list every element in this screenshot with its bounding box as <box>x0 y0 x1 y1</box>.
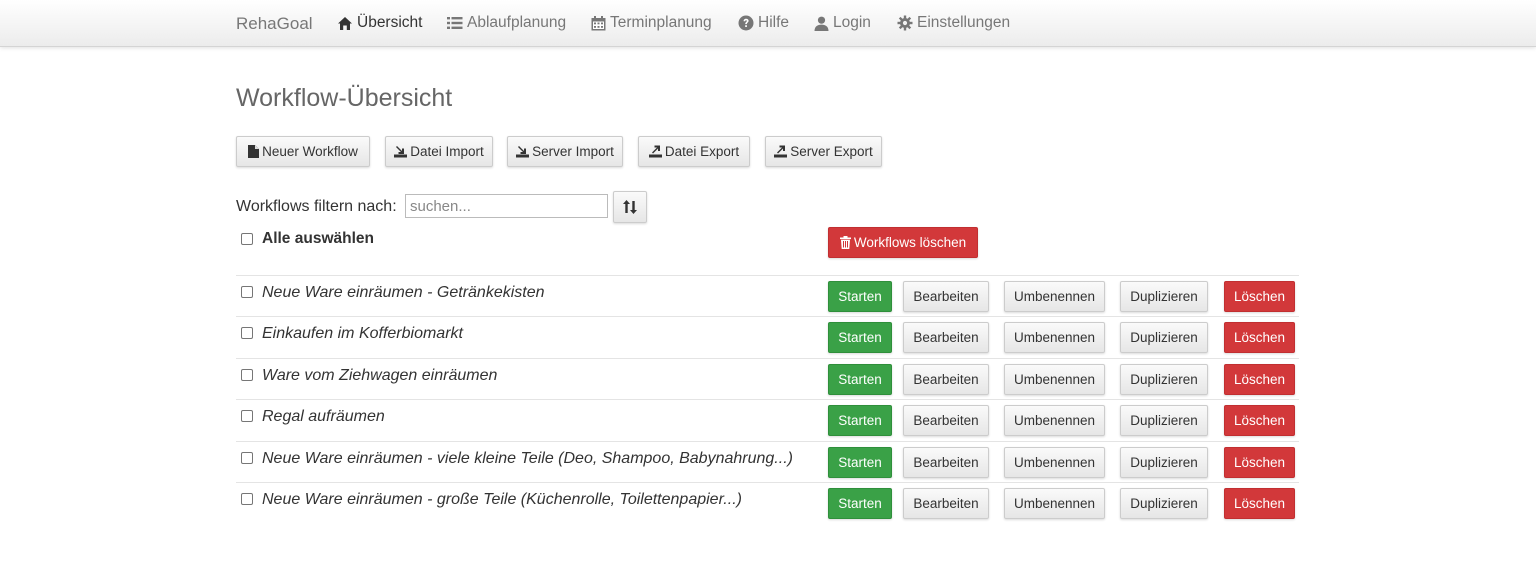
file-icon <box>248 145 260 158</box>
button-label: Workflows löschen <box>853 235 967 250</box>
edit-button[interactable]: Bearbeiten <box>903 447 989 478</box>
rename-button[interactable]: Umbenennen <box>1004 447 1105 478</box>
duplicate-button[interactable]: Duplizieren <box>1120 447 1208 478</box>
nav-item-ablaufplanung[interactable]: Ablaufplanung <box>447 14 566 32</box>
select-all-label: Alle auswählen <box>262 230 374 247</box>
workflow-name: Ware vom Ziehwagen einräumen <box>262 367 498 384</box>
sort-button[interactable] <box>613 191 647 223</box>
nav-label: Ablaufplanung <box>467 14 567 31</box>
row-divider <box>236 399 1299 400</box>
server-import-button[interactable]: Server Import <box>507 136 623 167</box>
workflow-checkbox[interactable] <box>241 452 253 464</box>
edit-button[interactable]: Bearbeiten <box>903 405 989 436</box>
user-icon <box>814 16 829 31</box>
rename-button[interactable]: Umbenennen <box>1004 488 1105 519</box>
page-title: Workflow-Übersicht <box>236 84 453 112</box>
nav-item-uebersicht[interactable]: Übersicht <box>337 14 422 32</box>
import-icon <box>516 145 530 158</box>
workflow-checkbox[interactable] <box>241 493 253 505</box>
start-button[interactable]: Starten <box>828 322 892 353</box>
nav-label: Login <box>833 14 871 31</box>
rename-button[interactable]: Umbenennen <box>1004 364 1105 395</box>
workflow-name: Regal aufräumen <box>262 408 385 425</box>
button-label: Server Import <box>532 144 614 159</box>
duplicate-button[interactable]: Duplizieren <box>1120 281 1208 312</box>
workflow-checkbox[interactable] <box>241 286 253 298</box>
calendar-icon <box>591 15 606 31</box>
delete-button[interactable]: Löschen <box>1224 281 1295 312</box>
rename-button[interactable]: Umbenennen <box>1004 322 1105 353</box>
file-export-button[interactable]: Datei Export <box>638 136 750 167</box>
workflow-name: Neue Ware einräumen - große Teile (Küche… <box>262 491 742 508</box>
select-all-checkbox[interactable] <box>241 233 253 245</box>
row-divider <box>236 316 1299 317</box>
duplicate-button[interactable]: Duplizieren <box>1120 322 1208 353</box>
file-import-button[interactable]: Datei Import <box>385 136 493 167</box>
edit-button[interactable]: Bearbeiten <box>903 281 989 312</box>
nav-item-hilfe[interactable]: Hilfe <box>738 14 789 32</box>
start-button[interactable]: Starten <box>828 405 892 436</box>
nav-label: Hilfe <box>758 14 790 31</box>
nav-item-einstellungen[interactable]: Einstellungen <box>897 14 1010 32</box>
nav-label: Einstellungen <box>917 14 1011 31</box>
delete-button[interactable]: Löschen <box>1224 322 1295 353</box>
gear-icon <box>897 15 913 31</box>
button-label: Server Export <box>790 144 873 159</box>
export-icon <box>774 145 788 158</box>
row-divider <box>236 275 1299 276</box>
start-button[interactable]: Starten <box>828 364 892 395</box>
rename-button[interactable]: Umbenennen <box>1004 281 1105 312</box>
delete-workflows-button[interactable]: Workflows löschen <box>828 227 978 258</box>
workflow-name: Neue Ware einräumen - viele kleine Teile… <box>262 450 793 467</box>
delete-button[interactable]: Löschen <box>1224 405 1295 436</box>
sort-icon <box>623 200 637 214</box>
row-divider <box>236 441 1299 442</box>
delete-button[interactable]: Löschen <box>1224 364 1295 395</box>
row-divider <box>236 358 1299 359</box>
duplicate-button[interactable]: Duplizieren <box>1120 488 1208 519</box>
navbar: RehaGoal Übersicht Ablaufplanung Terminp… <box>0 0 1536 47</box>
question-circle-icon <box>738 15 754 31</box>
workflow-checkbox[interactable] <box>241 369 253 381</box>
button-label: Neuer Workflow <box>262 144 358 159</box>
list-icon <box>447 16 463 30</box>
filter-label: Workflows filtern nach: <box>236 198 397 215</box>
workflow-name: Einkaufen im Kofferbiomarkt <box>262 325 463 342</box>
edit-button[interactable]: Bearbeiten <box>903 364 989 395</box>
nav-label: Übersicht <box>357 14 423 31</box>
nav-item-login[interactable]: Login <box>814 14 871 32</box>
home-icon <box>337 16 353 31</box>
duplicate-button[interactable]: Duplizieren <box>1120 364 1208 395</box>
brand[interactable]: RehaGoal <box>236 14 313 34</box>
rename-button[interactable]: Umbenennen <box>1004 405 1105 436</box>
nav-item-terminplanung[interactable]: Terminplanung <box>591 14 712 32</box>
new-workflow-button[interactable]: Neuer Workflow <box>236 136 370 167</box>
row-divider <box>236 482 1299 483</box>
delete-button[interactable]: Löschen <box>1224 488 1295 519</box>
start-button[interactable]: Starten <box>828 281 892 312</box>
workflow-name: Neue Ware einräumen - Getränkekisten <box>262 284 545 301</box>
edit-button[interactable]: Bearbeiten <box>903 322 989 353</box>
trash-icon <box>839 236 851 249</box>
nav-label: Terminplanung <box>610 14 712 31</box>
export-icon <box>648 145 662 158</box>
search-input[interactable] <box>405 194 608 218</box>
start-button[interactable]: Starten <box>828 488 892 519</box>
workflow-checkbox[interactable] <box>241 327 253 339</box>
import-icon <box>394 145 408 158</box>
edit-button[interactable]: Bearbeiten <box>903 488 989 519</box>
start-button[interactable]: Starten <box>828 447 892 478</box>
workflow-checkbox[interactable] <box>241 410 253 422</box>
delete-button[interactable]: Löschen <box>1224 447 1295 478</box>
duplicate-button[interactable]: Duplizieren <box>1120 405 1208 436</box>
server-export-button[interactable]: Server Export <box>765 136 882 167</box>
button-label: Datei Export <box>664 144 740 159</box>
button-label: Datei Import <box>410 144 484 159</box>
